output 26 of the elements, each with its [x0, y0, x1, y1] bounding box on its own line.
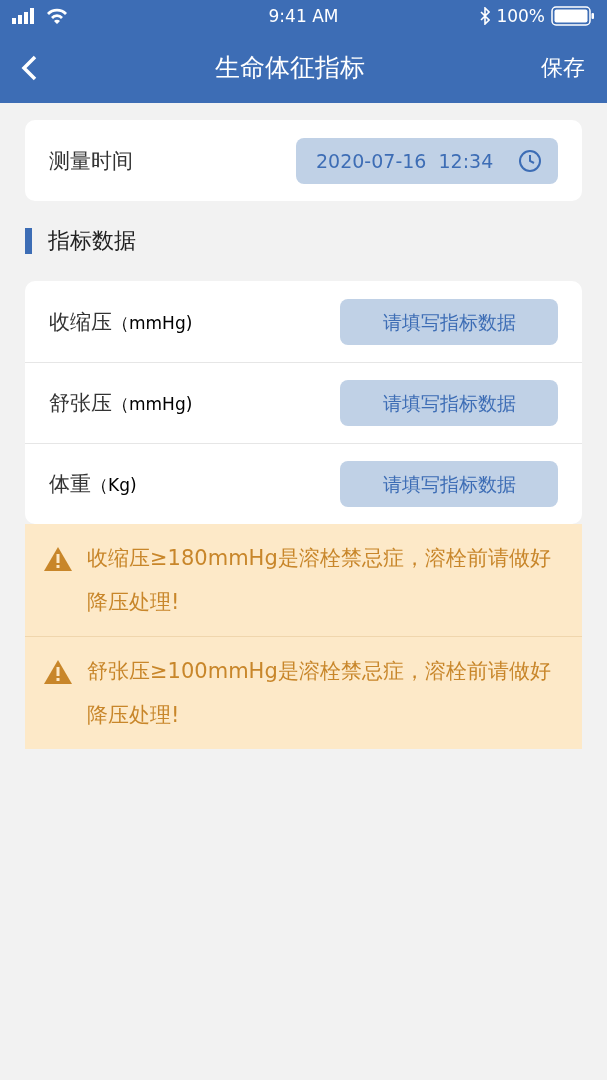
unit-label: （Kg)	[91, 474, 137, 497]
section-title: 指标数据	[48, 227, 136, 255]
warning-text: 舒张压≥100mmHg是溶栓禁忌症，溶栓前请做好降压处理!	[87, 658, 552, 729]
field-label: 测量时间	[49, 147, 133, 175]
input-field[interactable]: 请填写指标数据	[340, 380, 558, 426]
bluetooth-icon	[480, 7, 491, 25]
wifi-icon	[46, 8, 68, 24]
back-button[interactable]	[20, 53, 38, 82]
warning-text: 收缩压≥180mmHg是溶栓禁忌症，溶栓前请做好降压处理!	[87, 545, 552, 616]
unit-label: （mmHg)	[112, 311, 193, 335]
input-field[interactable]: 请填写指标数据	[340, 461, 558, 507]
clock-icon	[518, 148, 542, 173]
battery-icon	[551, 6, 595, 26]
field-label: 舒张压	[49, 390, 112, 417]
section-marker	[25, 228, 32, 254]
field-label: 收缩压	[49, 308, 112, 336]
save-button[interactable]: 保存	[541, 52, 585, 83]
status-time: 9:41 AM	[268, 6, 339, 26]
battery-percent: 100%	[496, 6, 545, 26]
warning-icon	[43, 659, 73, 685]
input-field[interactable]: 请填写指标数据	[340, 298, 558, 345]
warning-icon	[43, 546, 73, 572]
unit-label: （mmHg)	[112, 393, 193, 416]
page-title: 生命体征指标	[214, 52, 365, 84]
field-label: 体重	[49, 471, 91, 498]
time-picker[interactable]: 2020-07-16 12:34	[296, 137, 558, 184]
